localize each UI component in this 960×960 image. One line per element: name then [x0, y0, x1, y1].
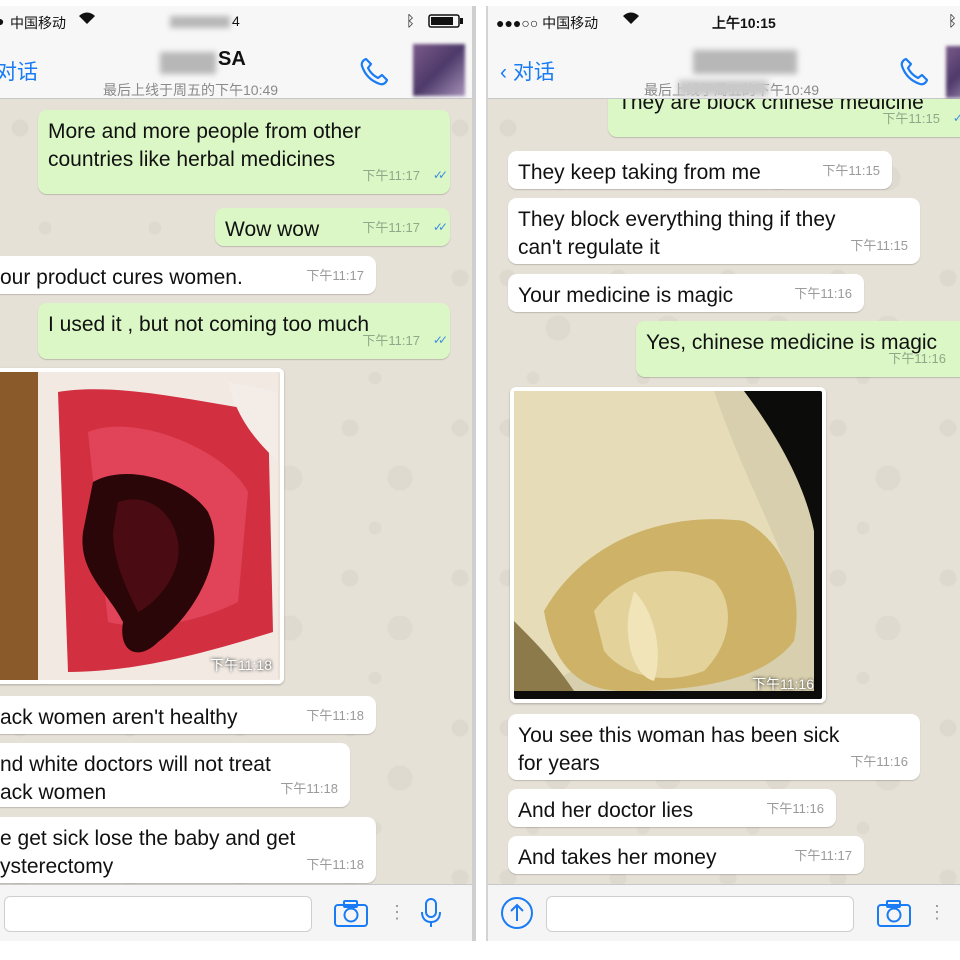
blurred-contact-name: [160, 52, 216, 74]
contact-avatar[interactable]: [946, 46, 960, 98]
photo-image: [514, 391, 822, 699]
chevron-left-icon: ‹: [500, 61, 507, 84]
photo-time: 下午11:18: [210, 657, 272, 673]
read-receipt-icon: ✓✓: [952, 111, 960, 125]
message-time: 下午11:18: [280, 781, 338, 796]
message-text: You see this woman has been sick: [518, 724, 840, 747]
message-text: More and more people from other: [48, 120, 361, 143]
phone-icon[interactable]: [898, 56, 930, 93]
message-bubble-incoming[interactable]: nd white doctors will not treat ack wome…: [0, 743, 350, 807]
message-bubble-incoming[interactable]: our product cures women. 下午11:17: [0, 256, 376, 294]
carrier-label: ●●●○○ 中国移动: [496, 15, 599, 31]
message-time: 下午11:16: [766, 801, 824, 816]
message-list[interactable]: They are block chinese medicine 下午11:15 …: [488, 99, 960, 885]
read-receipt-icon: ✓✓: [432, 168, 448, 182]
message-time: 下午11:18: [306, 857, 364, 872]
battery-icon: [428, 14, 464, 31]
message-time: 下午11:17: [362, 220, 420, 235]
back-button[interactable]: ‹ 对话: [500, 56, 555, 86]
read-receipt-icon: ✓✓: [432, 333, 448, 347]
message-input[interactable]: [546, 896, 854, 932]
message-bubble-outgoing[interactable]: They are block chinese medicine 下午11:15 …: [608, 99, 960, 137]
message-text: e get sick lose the baby and get: [0, 827, 296, 850]
message-input[interactable]: [4, 896, 312, 932]
photo-image: [0, 372, 280, 680]
message-bubble-incoming[interactable]: They keep taking from me 下午11:15: [508, 151, 892, 189]
message-bubble-incoming[interactable]: They block everything thing if they can'…: [508, 198, 920, 264]
message-time: 下午11:17: [362, 333, 420, 348]
wifi-icon: [622, 11, 640, 28]
message-bubble-incoming[interactable]: You see this woman has been sick for yea…: [508, 714, 920, 780]
message-bubble-outgoing[interactable]: Wow wow 下午11:17 ✓✓: [215, 208, 450, 246]
camera-icon[interactable]: [876, 898, 912, 933]
message-time: 下午11:15: [882, 111, 940, 126]
input-bar: ⋮: [0, 884, 472, 941]
photo-message[interactable]: 下午11:16: [510, 387, 826, 703]
more-dots-icon: ⋮: [388, 902, 406, 922]
message-time: 下午11:16: [794, 286, 852, 301]
phone-icon[interactable]: [358, 56, 390, 93]
read-receipt-icon: ✓✓: [432, 220, 448, 234]
last-seen-label: 最后上线于周五的下午10:49: [103, 82, 279, 98]
input-bar: ⋮: [488, 884, 960, 941]
wifi-icon: [78, 11, 96, 28]
contact-avatar[interactable]: [413, 44, 465, 96]
camera-icon[interactable]: [333, 898, 369, 933]
message-bubble-incoming[interactable]: Your medicine is magic 下午11:16: [508, 274, 864, 312]
message-bubble-outgoing[interactable]: I used it , but not coming too much 下午11…: [38, 303, 450, 359]
message-time: 下午11:16: [850, 754, 908, 769]
photo-time: 下午11:16: [752, 676, 814, 692]
blurred-contact-name: [693, 50, 797, 74]
message-text: They block everything thing if they: [518, 208, 836, 231]
blurred-time: [170, 16, 230, 28]
message-bubble-outgoing[interactable]: Yes, chinese medicine is magic 下午11:16 ✓…: [636, 321, 960, 377]
status-bar: ●●●○○ 中国移动 上午10:15 ᛒ: [488, 6, 960, 36]
message-bubble-outgoing[interactable]: More and more people from other countrie…: [38, 110, 450, 194]
message-bubble-incoming[interactable]: And takes her money 下午11:17: [508, 836, 864, 874]
back-button[interactable]: 对话: [0, 56, 38, 86]
more-dots-icon: ⋮: [928, 902, 946, 922]
contact-name-fragment: SA: [218, 48, 246, 70]
status-time-fragment: 4: [232, 13, 240, 29]
message-time: 下午11:17: [306, 268, 364, 283]
chat-screen-right: ●●●○○ 中国移动 上午10:15 ᛒ ‹ 对话 最后上线于周五的下午10:4…: [486, 6, 960, 941]
share-arrow-icon[interactable]: [500, 896, 534, 935]
bluetooth-icon: ᛒ: [406, 13, 416, 30]
photo-message[interactable]: 下午11:18: [0, 368, 284, 684]
message-time: 下午11:18: [306, 708, 364, 723]
message-time: 下午11:15: [822, 163, 880, 178]
message-time: 下午11:16: [888, 351, 946, 366]
message-time: 下午11:17: [794, 848, 852, 863]
message-bubble-incoming[interactable]: And her doctor lies 下午11:16: [508, 789, 836, 827]
carrier-label: 中国移动: [10, 15, 66, 31]
blurred-overlay: [678, 80, 768, 96]
signal-dots: ●: [0, 13, 4, 29]
message-bubble-incoming[interactable]: e get sick lose the baby and get ysterec…: [0, 817, 376, 883]
back-label: 对话: [512, 61, 555, 84]
message-time: 下午11:15: [850, 238, 908, 253]
message-time: 下午11:17: [362, 168, 420, 183]
message-bubble-incoming[interactable]: ack women aren't healthy 下午11:18: [0, 696, 376, 734]
chat-screen-left: ● 中国移动 4 ᛒ 对话 SA 最后上线于周五的下午10:49 More an…: [0, 6, 476, 941]
bluetooth-icon: ᛒ: [948, 13, 958, 30]
status-time: 上午10:15: [712, 15, 776, 31]
chat-header: 对话 SA 最后上线于周五的下午10:49: [0, 36, 472, 99]
chat-header: ‹ 对话 最后上线于周五的下午10:49: [488, 36, 960, 99]
microphone-icon[interactable]: [420, 897, 442, 934]
status-bar: ● 中国移动 4 ᛒ: [0, 6, 472, 36]
